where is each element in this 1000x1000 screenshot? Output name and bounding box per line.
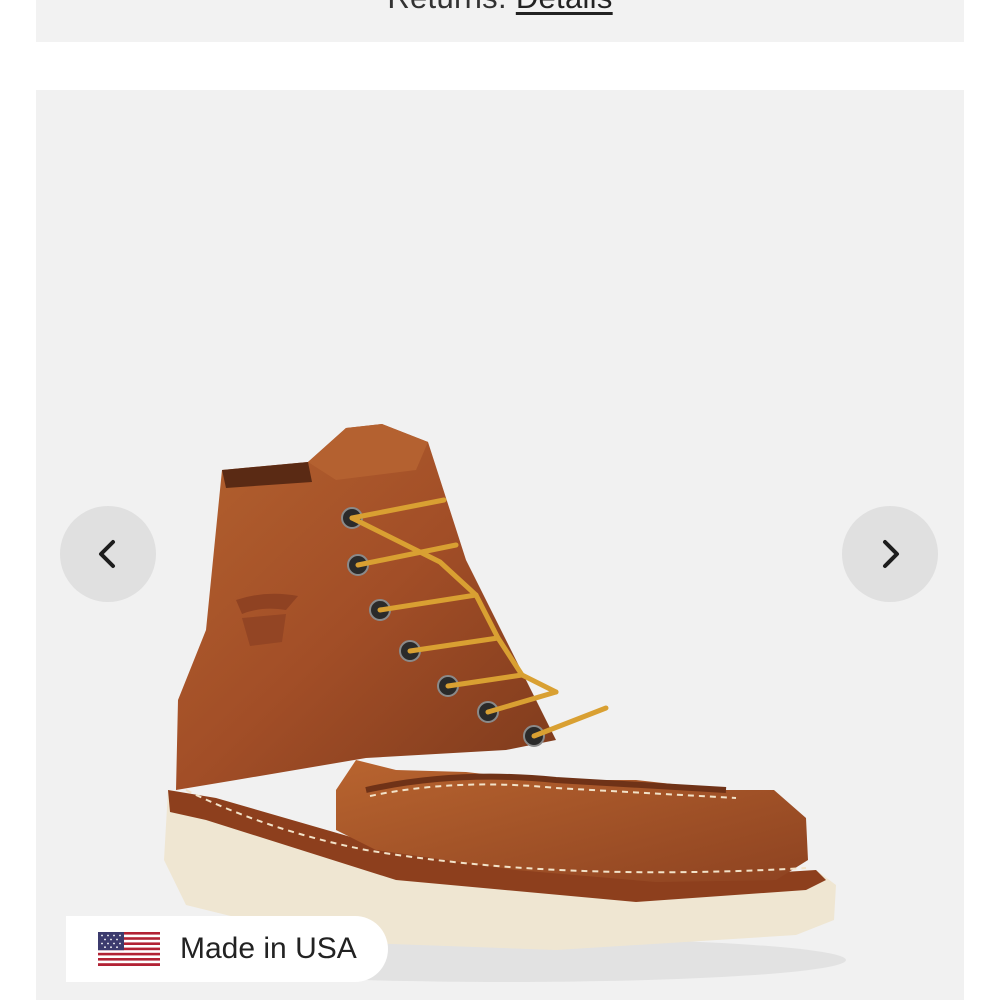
chevron-left-icon [99, 540, 115, 568]
previous-image-button[interactable] [60, 506, 156, 602]
chevron-right-icon [883, 540, 899, 568]
us-flag-icon [98, 932, 160, 966]
made-in-usa-label: Made in USA [180, 932, 357, 965]
promo-banner: Returns. Details [36, 0, 964, 42]
promo-banner-text: Returns. Details [36, 0, 964, 16]
next-image-button[interactable] [842, 506, 938, 602]
returns-text: Returns. [387, 0, 507, 15]
details-link[interactable]: Details [516, 0, 613, 15]
product-image-gallery[interactable]: Made in USA [36, 90, 964, 1000]
product-image [164, 424, 846, 982]
made-in-usa-badge: Made in USA [66, 916, 388, 982]
